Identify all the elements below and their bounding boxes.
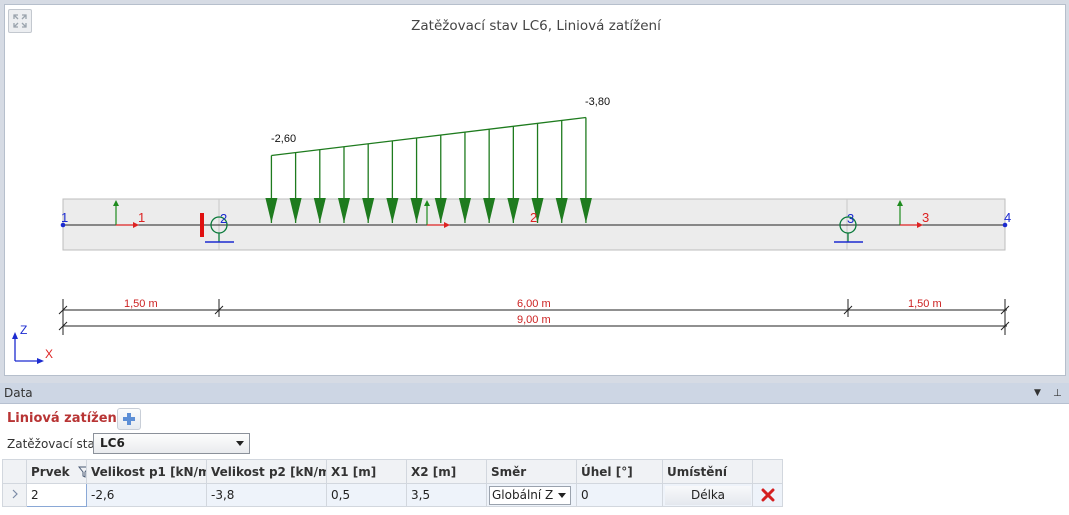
direction-select[interactable]: Globální Z xyxy=(489,485,571,505)
pin-icon[interactable]: ⊥ xyxy=(1053,383,1062,404)
load-case-value: LC6 xyxy=(100,436,125,450)
chevron-down-icon xyxy=(558,492,566,498)
cell-p2[interactable]: -3,8 xyxy=(206,483,327,507)
cell-uhel[interactable]: 0 xyxy=(576,483,663,507)
load-arrow-head xyxy=(555,198,568,223)
line-load xyxy=(265,116,592,223)
load-arrow-head xyxy=(410,198,423,223)
panel-header: Data ▼ ⊥ xyxy=(0,383,1069,404)
delete-icon[interactable] xyxy=(761,488,775,502)
section-title: Liniová zatížení xyxy=(7,411,122,426)
table-row[interactable]: 2 -2,6 -3,8 0,5 3,5 Globální Z 0 Délka xyxy=(2,483,783,507)
load-arrow-head xyxy=(313,198,326,223)
view-title: Zatěžovací stav LC6, Liniová zatížení xyxy=(411,18,661,34)
beam-rect xyxy=(62,198,1006,251)
cell-x2[interactable]: 3,5 xyxy=(406,483,487,507)
column-header-p2[interactable]: Velikost p2 [kN/m] xyxy=(206,459,327,484)
cell-delete[interactable] xyxy=(752,483,783,507)
table-header-row: Prvek Velikost p1 [kN/m] Velikost p2 [kN… xyxy=(2,459,783,484)
dropdown-icon[interactable]: ▼ xyxy=(1034,383,1041,404)
plus-icon xyxy=(123,413,135,425)
direction-value: Globální Z xyxy=(492,487,554,502)
node-label-2: 2 xyxy=(220,211,227,226)
load-arrow-head xyxy=(531,198,544,223)
add-load-button[interactable] xyxy=(117,408,141,430)
cell-x1[interactable]: 0,5 xyxy=(326,483,407,507)
load-arrow-head xyxy=(386,198,399,223)
load-case-label: Zatěžovací stav xyxy=(7,437,102,451)
load-arrow-head xyxy=(265,198,278,223)
member-label-2: 2 xyxy=(530,210,537,225)
column-header-x2[interactable]: X2 [m] xyxy=(406,459,487,484)
placement-button[interactable]: Délka xyxy=(665,485,751,505)
column-header-umisteni[interactable]: Umístění xyxy=(662,459,753,484)
node-label-1: 1 xyxy=(61,210,68,225)
structure-view[interactable]: Zatěžovací stav LC6, Liniová zatížení 1 … xyxy=(4,4,1066,376)
load-arrow-head xyxy=(458,198,471,223)
dim-label-3: 1,50 m xyxy=(908,298,942,310)
beam-drawing: 1 2 3 4 1 2 3 -2,60 -3,80 1,50 m 6,00 m … xyxy=(12,96,1011,364)
chevron-down-icon xyxy=(236,441,244,446)
chevron-right-icon xyxy=(12,489,18,499)
row-indicator-header xyxy=(2,459,27,484)
support-node-2 xyxy=(210,216,228,242)
load-arrow-head xyxy=(579,198,592,223)
cell-prvek[interactable]: 2 xyxy=(26,483,87,507)
load-arrow-head xyxy=(434,198,447,223)
support-node-3 xyxy=(839,216,857,242)
row-indicator[interactable] xyxy=(2,483,27,507)
global-axes-icon xyxy=(12,332,44,364)
load-end-value: -3,80 xyxy=(585,96,610,108)
dim-label-1: 1,50 m xyxy=(124,298,158,310)
axis-x-label: X xyxy=(45,347,53,361)
load-arrow-head xyxy=(337,198,350,223)
load-arrow-head xyxy=(507,198,520,223)
load-arrow-head xyxy=(362,198,375,223)
column-header-smer[interactable]: Směr xyxy=(486,459,577,484)
dimension-lines xyxy=(58,299,1010,335)
panel-title: Data xyxy=(4,386,33,400)
load-case-select[interactable]: LC6 xyxy=(93,433,250,454)
load-start-value: -2,60 xyxy=(271,133,296,145)
dim-total-label: 9,00 m xyxy=(517,314,551,326)
column-header-x1[interactable]: X1 [m] xyxy=(326,459,407,484)
dim-label-2: 6,00 m xyxy=(517,298,551,310)
cell-umisteni[interactable]: Délka xyxy=(662,483,753,507)
column-header-p1[interactable]: Velikost p1 [kN/m] xyxy=(86,459,207,484)
column-header-delete xyxy=(752,459,783,484)
cell-smer[interactable]: Globální Z xyxy=(486,483,577,507)
member-label-1: 1 xyxy=(138,210,145,225)
member-label-3: 3 xyxy=(922,210,929,225)
node-label-3: 3 xyxy=(847,211,854,226)
cell-p1[interactable]: -2,6 xyxy=(86,483,207,507)
column-header-prvek[interactable]: Prvek xyxy=(26,459,87,484)
node-label-4: 4 xyxy=(1004,210,1011,225)
hinge-mark xyxy=(200,213,204,237)
axis-z-label: Z xyxy=(20,323,27,337)
load-arrow-head xyxy=(289,198,302,223)
column-header-uhel[interactable]: Úhel [°] xyxy=(576,459,663,484)
line-loads-table: Prvek Velikost p1 [kN/m] Velikost p2 [kN… xyxy=(2,459,783,507)
filter-icon[interactable] xyxy=(77,466,87,478)
data-panel: Data ▼ ⊥ Liniová zatížení Zatěžovací sta… xyxy=(0,383,1069,515)
load-arrow-head xyxy=(483,198,496,223)
